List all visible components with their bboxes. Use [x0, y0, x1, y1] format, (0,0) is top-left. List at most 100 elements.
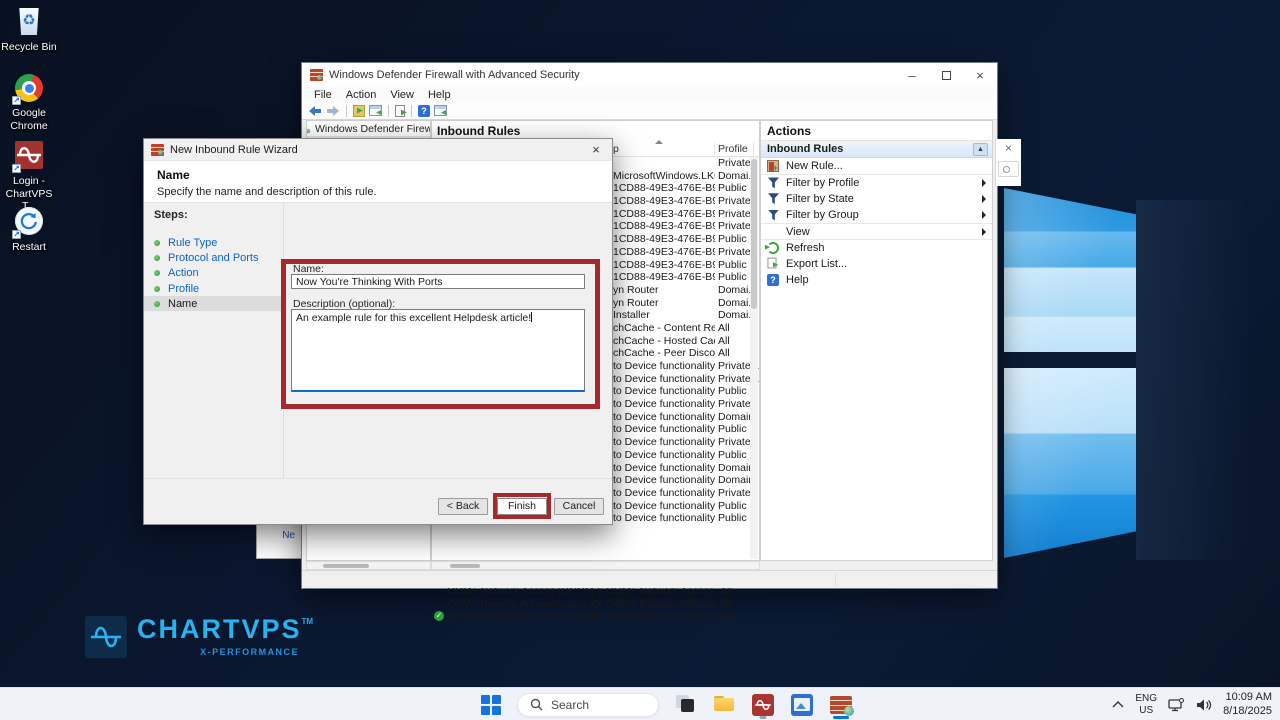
sort-ascending-icon [655, 140, 663, 144]
rule-row[interactable]: to Device functionalityPublic [612, 449, 753, 462]
action-item-view[interactable]: View [761, 223, 992, 239]
rule-row[interactable]: 1CD88-49E3-476E-B926-...Public [612, 271, 753, 284]
name-input[interactable]: Now You're Thinking With Ports [291, 274, 585, 289]
language-indicator[interactable]: ENG US [1135, 693, 1157, 716]
rule-row[interactable]: InstallerDomai... [612, 309, 753, 322]
close-button[interactable]: × [963, 63, 997, 87]
menu-file[interactable]: File [308, 89, 338, 101]
chrome-icon: ↗ [13, 72, 45, 104]
menu-help[interactable]: Help [422, 89, 457, 101]
new-window-icon[interactable] [434, 105, 447, 116]
tray-chevron-icon[interactable] [1112, 701, 1124, 708]
tree-root-node[interactable]: Windows Defender Firewall witl [307, 121, 430, 137]
overlay-card[interactable] [998, 161, 1019, 177]
maximize-button[interactable] [929, 63, 963, 87]
wizard-step-rule-type[interactable]: Rule Type [144, 235, 283, 250]
column-profile[interactable]: Profile [718, 143, 748, 155]
new-rule-icon [767, 160, 780, 173]
rule-row[interactable]: to Device functionalityPublic [612, 512, 753, 525]
tree-hscrollbar[interactable] [306, 561, 431, 570]
taskbar-file-explorer[interactable] [711, 690, 737, 720]
rule-row[interactable]: to Device functionalityPublic [612, 423, 753, 436]
console-window-icon[interactable] [369, 105, 382, 116]
wizard-step-name[interactable]: Name [144, 296, 283, 311]
description-textarea[interactable]: An example rule for this excellent Helpd… [291, 309, 585, 392]
rule-row[interactable]: Private [612, 157, 753, 170]
action-item-filter-by-group[interactable]: Filter by Group [761, 207, 992, 223]
action-item-refresh[interactable]: Refresh [761, 239, 992, 255]
export-list-icon[interactable] [395, 105, 405, 117]
menu-view[interactable]: View [384, 89, 420, 101]
wizard-step-protocol-and-ports[interactable]: Protocol and Ports [144, 250, 283, 265]
action-item-filter-by-state[interactable]: Filter by State [761, 191, 992, 207]
rule-name-fragment: 1CD88-49E3-476E-B926-... [613, 259, 715, 271]
rule-row[interactable]: chCache - Content Retr...All [612, 322, 753, 335]
wizard-step-profile[interactable]: Profile [144, 281, 283, 296]
action-item-filter-by-profile[interactable]: Filter by Profile [761, 174, 992, 190]
finish-button[interactable]: Finish [497, 498, 547, 515]
rule-row[interactable]: to Device functionalityDomain [612, 474, 753, 487]
rule-row[interactable]: ✓Connection Broker Service - WMI (DCO...… [434, 610, 754, 623]
wizard-close-icon[interactable]: × [580, 139, 612, 161]
window-titlebar[interactable]: Windows Defender Firewall with Advanced … [302, 63, 997, 87]
forward-icon[interactable] [326, 105, 340, 117]
action-item-new-rule[interactable]: New Rule... [761, 158, 992, 174]
rule-row[interactable]: 1CD88-49E3-476E-B926-...Public [612, 259, 753, 272]
rule-row[interactable]: to Device functionalityPrivate [612, 487, 753, 500]
rule-row[interactable]: 1CD88-49E3-476E-B926-...Private [612, 195, 753, 208]
rule-row[interactable]: yn RouterDomai... [612, 284, 753, 297]
rule-row[interactable]: chCache - Peer Discove...All [612, 347, 753, 360]
rule-row[interactable]: 1CD88-49E3-476E-B926-...Public [612, 233, 753, 246]
taskbar-chartvps-app[interactable] [750, 690, 776, 720]
start-button[interactable] [478, 690, 504, 720]
network-icon[interactable] [1168, 698, 1185, 712]
collapse-icon[interactable]: ▲ [973, 143, 988, 156]
rule-row[interactable]: MicrosoftWindows.LKG.D...Domai... [612, 170, 753, 183]
taskbar-search[interactable]: Search [517, 693, 659, 717]
rule-row[interactable]: chCache - Hosted Cach...All [612, 335, 753, 348]
rule-name-fragment: to Device functionality [613, 398, 715, 410]
clock[interactable]: 10:09 AM 8/18/2025 [1223, 691, 1272, 719]
menu-action[interactable]: Action [340, 89, 383, 101]
wizard-step-action[interactable]: Action [144, 266, 283, 281]
back-button[interactable]: < Back [438, 498, 488, 515]
rule-row[interactable]: 1CD88-49E3-476E-B926-...Private [612, 246, 753, 259]
cancel-button[interactable]: Cancel [554, 498, 604, 515]
rule-row[interactable]: to Device functionalityPublic [612, 385, 753, 398]
back-icon[interactable] [308, 105, 322, 117]
rule-row[interactable]: to Device functionalityPrivate [612, 398, 753, 411]
rule-row[interactable]: to Device functionalityPublic [612, 500, 753, 513]
wizard-titlebar[interactable]: New Inbound Rule Wizard × [144, 139, 612, 161]
rule-row[interactable]: COM+ Remote Administration (DCOM-In)COM+… [434, 598, 754, 611]
list-hscrollbar[interactable] [431, 561, 760, 570]
rule-row[interactable]: to Device functionalityDomain [612, 462, 753, 475]
rule-row[interactable]: 1CD88-49E3-476E-B926-...Private [612, 208, 753, 221]
rule-row[interactable]: to Device functionalityPrivate... [612, 360, 753, 373]
rule-row[interactable]: 1CD88-49E3-476E-B926-...Private [612, 220, 753, 233]
desktop-icon-restart[interactable]: ↗ Restart [0, 206, 58, 254]
actions-group-bar[interactable]: Inbound Rules ▲ [761, 141, 992, 158]
taskbar-task-view[interactable] [672, 690, 698, 720]
rule-profile: Public [718, 271, 747, 283]
action-item-export-list[interactable]: Export List... [761, 256, 992, 272]
desktop-icon-login-chartvps[interactable]: ↗ Login - ChartVPS T... [0, 140, 58, 213]
search-icon [530, 698, 543, 711]
speaker-icon[interactable] [1196, 698, 1212, 712]
column-group[interactable]: p [613, 143, 619, 155]
show-hide-tree-icon[interactable] [353, 105, 365, 117]
desktop-icon-recycle-bin[interactable]: ♻ Recycle Bin [0, 6, 58, 54]
overlay-close-icon[interactable]: × [996, 139, 1021, 157]
rule-row[interactable]: to Device functionalityPrivate [612, 436, 753, 449]
help-icon[interactable]: ? [418, 105, 430, 117]
action-item-help[interactable]: ?Help [761, 272, 992, 288]
rule-row[interactable]: yn RouterDomai... [612, 297, 753, 310]
rule-row[interactable]: to Device functionalityPrivate... [612, 373, 753, 386]
minimize-button[interactable]: – [895, 63, 929, 87]
rule-row[interactable]: to Device functionalityDomain [612, 411, 753, 424]
taskbar-display-app[interactable] [789, 690, 815, 720]
step-bullet-icon [154, 255, 160, 261]
taskbar-firewall-app[interactable] [828, 690, 854, 720]
desktop-icon-google-chrome[interactable]: ↗ Google Chrome [0, 72, 58, 132]
rule-row[interactable]: 1CD88-49E3-476E-B926-...Public [612, 182, 753, 195]
vertical-scrollbar[interactable] [750, 157, 758, 559]
